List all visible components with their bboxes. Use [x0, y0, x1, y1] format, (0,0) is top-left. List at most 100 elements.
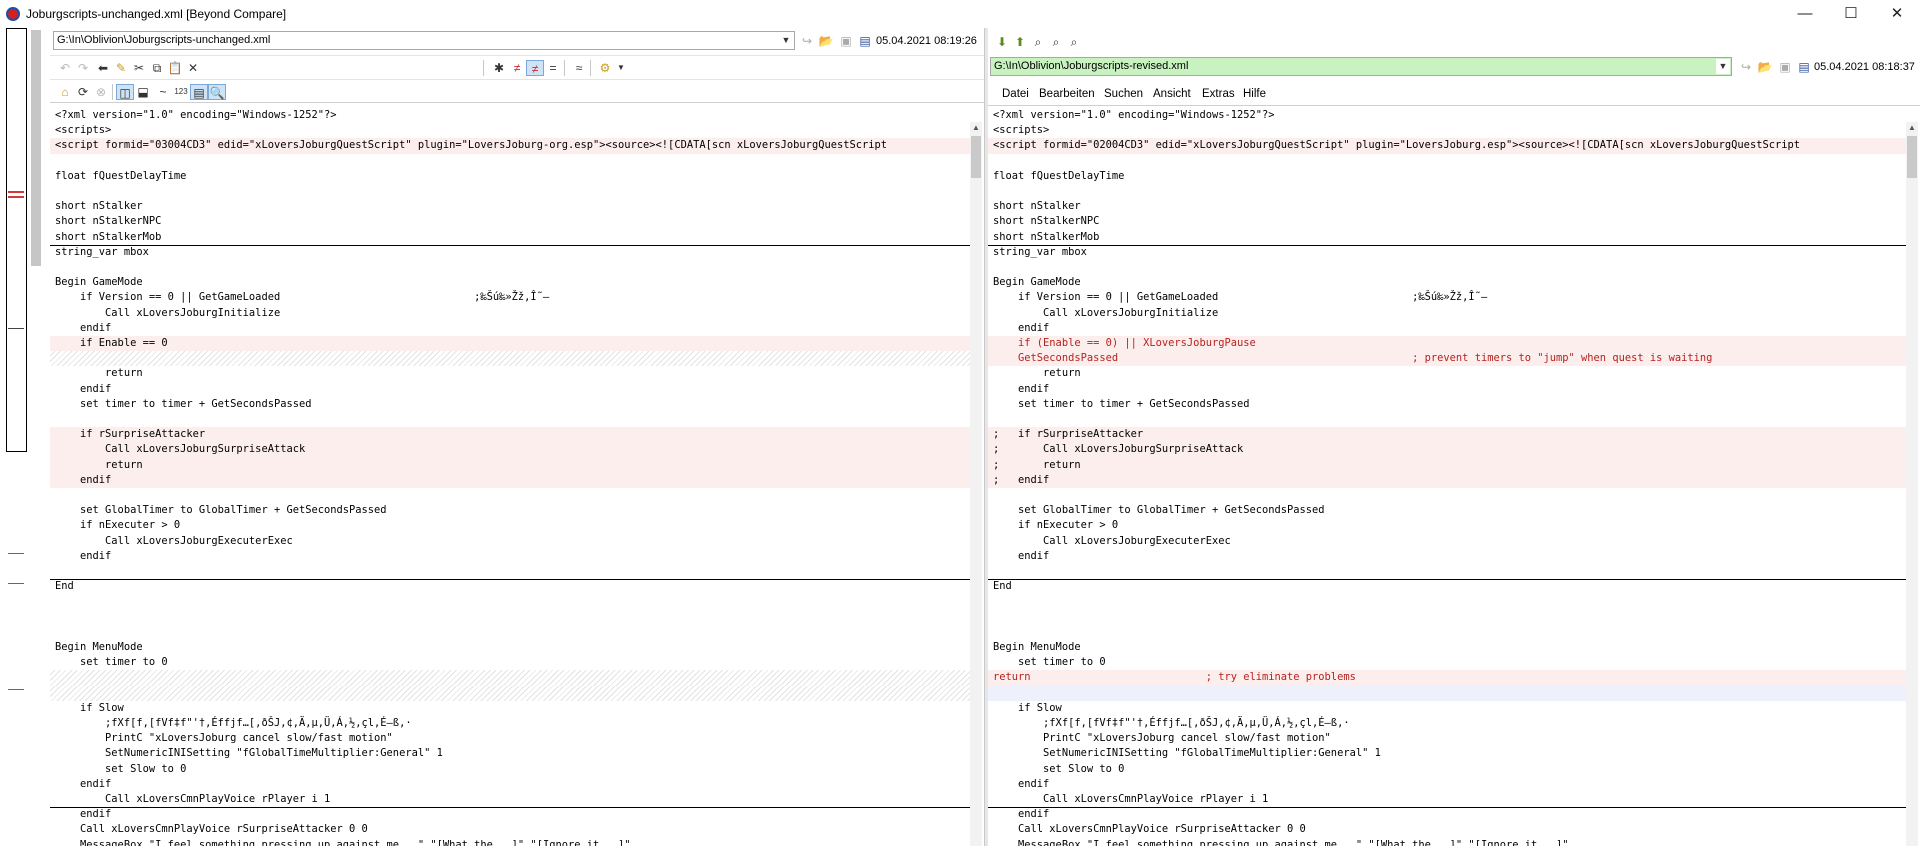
code-line[interactable]: string_var mbox	[50, 245, 970, 260]
code-line[interactable]: set timer to timer + GetSecondsPassed	[988, 397, 1908, 412]
code-line[interactable]: short nStalkerNPC	[50, 214, 970, 229]
stop-icon[interactable]: ⊗	[92, 84, 110, 100]
code-line[interactable]: Begin GameMode	[50, 275, 970, 290]
code-line[interactable]: if Slow	[50, 701, 970, 716]
paste-icon[interactable]: 📋	[166, 60, 184, 76]
scroll-thumb[interactable]	[1907, 136, 1917, 178]
code-line[interactable]: Begin MenuMode	[50, 640, 970, 655]
code-line[interactable]	[988, 184, 1908, 199]
code-line[interactable]: set timer to 0	[50, 655, 970, 670]
code-line[interactable]	[50, 610, 970, 625]
code-line[interactable]	[50, 625, 970, 640]
cut-icon[interactable]: ✂	[130, 60, 148, 76]
code-line[interactable]: float fQuestDelayTime	[988, 169, 1908, 184]
code-line[interactable]: ;fXf[f,[fVf‡f"'†,Éffjf…[,ðŠJ,¢,Ä,µ,Ü,Á,½…	[50, 716, 970, 731]
right-code-view[interactable]: <?xml version="1.0" encoding="Windows-12…	[988, 108, 1908, 846]
left-path-field[interactable]: G:\In\Oblivion\Joburgscripts-unchanged.x…	[53, 31, 795, 50]
code-line[interactable]: set GlobalTimer to GlobalTimer + GetSeco…	[988, 503, 1908, 518]
find-next-icon[interactable]: ⌕	[1048, 34, 1064, 50]
scroll-up-icon[interactable]: ▲	[1906, 122, 1918, 134]
scroll-thumb[interactable]	[971, 136, 981, 178]
swap-icon[interactable]: ↪	[1738, 59, 1754, 75]
code-line[interactable]: endif	[50, 472, 970, 488]
code-line[interactable]	[988, 564, 1908, 579]
menu-suchen[interactable]: Suchen	[1104, 88, 1143, 100]
code-line[interactable]	[50, 685, 970, 701]
code-line[interactable]: ;fXf[f,[fVf‡f"'†,Éffjf…[,ðŠJ,¢,Ä,µ,Ü,Á,½…	[988, 716, 1908, 731]
over-under-icon[interactable]: ⬓	[134, 84, 152, 100]
scroll-up-icon[interactable]: ▲	[970, 122, 982, 134]
code-line[interactable]	[988, 685, 1908, 701]
code-line[interactable]	[988, 625, 1908, 640]
code-line[interactable]	[50, 260, 970, 275]
code-line[interactable]: endif	[50, 382, 970, 397]
code-line[interactable]: short nStalker	[50, 199, 970, 214]
code-line[interactable]: Call xLoversJoburgSurpriseAttack	[50, 442, 970, 458]
code-line[interactable]	[50, 351, 970, 367]
right-path-field[interactable]: G:\In\Oblivion\Joburgscripts-revised.xml…	[990, 57, 1732, 76]
code-line[interactable]: Call xLoversCmnPlayVoice rSurpriseAttack…	[50, 822, 970, 837]
copy-icon[interactable]: ⧉	[148, 60, 166, 76]
redo-icon[interactable]: ↷	[74, 60, 92, 76]
code-line[interactable]: Call xLoversJoburgInitialize	[50, 306, 970, 321]
diffs-icon[interactable]: ≠	[508, 60, 526, 76]
arrow-down-icon[interactable]: ⬇	[994, 34, 1010, 50]
code-line[interactable]: ; endif	[988, 472, 1908, 488]
code-line[interactable]	[50, 488, 970, 503]
code-line[interactable]: if (Enable == 0) || XLoversJoburgPause	[988, 336, 1908, 352]
code-line[interactable]: Call xLoversJoburgExecuterExec	[988, 534, 1908, 549]
minimize-button[interactable]: —	[1782, 2, 1828, 26]
code-line[interactable]: SetNumericINISetting "fGlobalTimeMultipl…	[988, 746, 1908, 761]
chevron-down-icon[interactable]: ▼	[779, 33, 793, 48]
left-code-view[interactable]: <?xml version="1.0" encoding="Windows-12…	[50, 108, 970, 846]
code-line[interactable]: PrintC "xLoversJoburg cancel slow/fast m…	[988, 731, 1908, 746]
chevron-down-icon[interactable]: ▼	[612, 60, 630, 76]
code-line[interactable]	[988, 154, 1908, 169]
pencil-icon[interactable]: ✎	[112, 60, 130, 76]
code-line[interactable]: if nExecuter > 0	[988, 518, 1908, 533]
undo-icon[interactable]: ↶	[56, 60, 74, 76]
code-line[interactable]: <script formid="03004CD3" edid="xLoversJ…	[50, 138, 970, 154]
code-line[interactable]: SetNumericINISetting "fGlobalTimeMultipl…	[50, 746, 970, 761]
code-line[interactable]: if rSurpriseAttacker	[50, 427, 970, 443]
maximize-button[interactable]: ☐	[1828, 2, 1874, 26]
code-line[interactable]: if Version == 0 || GetGameLoaded ;‰Šú‰»Ž…	[50, 290, 970, 305]
code-line[interactable]: float fQuestDelayTime	[50, 169, 970, 184]
right-vertical-scrollbar[interactable]: ▲	[1906, 122, 1918, 846]
code-line[interactable]	[50, 154, 970, 169]
code-line[interactable]	[50, 594, 970, 609]
menu-datei[interactable]: Datei	[1002, 88, 1029, 100]
code-line[interactable]: endif	[988, 777, 1908, 792]
code-line[interactable]: <scripts>	[988, 123, 1908, 138]
code-line[interactable]: Call xLoversCmnPlayVoice rSurpriseAttack…	[988, 822, 1908, 837]
thumbnail-overview[interactable]	[0, 28, 50, 846]
code-line[interactable]: endif	[50, 807, 970, 822]
code-line[interactable]	[988, 488, 1908, 503]
similar-icon[interactable]: ≈	[570, 60, 588, 76]
code-line[interactable]	[988, 412, 1908, 427]
code-line[interactable]: return	[988, 366, 1908, 381]
code-line[interactable]	[50, 564, 970, 579]
code-line[interactable]: endif	[50, 549, 970, 564]
code-line[interactable]: MessageBox "I feel something pressing up…	[50, 838, 970, 846]
home-icon[interactable]: ⌂	[56, 84, 74, 100]
swap-icon[interactable]: ↪	[799, 33, 815, 49]
code-line[interactable]	[988, 610, 1908, 625]
arrow-left-icon[interactable]: ⬅	[94, 60, 112, 76]
folder-open-icon[interactable]: 📂	[1757, 59, 1773, 75]
code-line[interactable]: Begin GameMode	[988, 275, 1908, 290]
side-by-side-icon[interactable]: ◫	[116, 84, 134, 100]
menu-extras[interactable]: Extras	[1202, 88, 1235, 100]
code-line[interactable]	[50, 184, 970, 199]
code-line[interactable]: return ; try eliminate problems	[988, 670, 1908, 686]
code-line[interactable]: if Version == 0 || GetGameLoaded ;‰Šú‰»Ž…	[988, 290, 1908, 305]
code-line[interactable]: <scripts>	[50, 123, 970, 138]
code-line[interactable]: string_var mbox	[988, 245, 1908, 260]
find-prev-icon[interactable]: ⌕	[1066, 34, 1082, 50]
file-properties-icon[interactable]: ▤	[857, 33, 873, 49]
code-line[interactable]	[988, 260, 1908, 275]
code-line[interactable]: endif	[50, 321, 970, 336]
code-line[interactable]: if nExecuter > 0	[50, 518, 970, 533]
code-line[interactable]: <script formid="02004CD3" edid="xLoversJ…	[988, 138, 1908, 154]
arrow-up-icon[interactable]: ⬆	[1012, 34, 1028, 50]
